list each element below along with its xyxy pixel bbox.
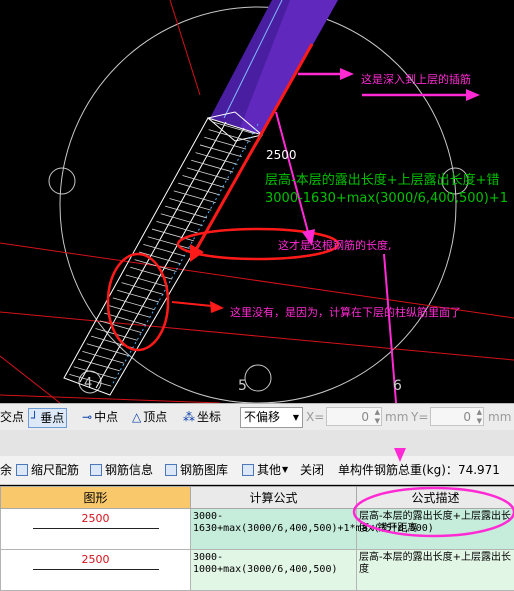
rebar-info-button[interactable]: 钢筋信息: [90, 461, 153, 479]
snap-intersection[interactable]: 交点: [0, 408, 24, 426]
stirrup-line: [82, 351, 124, 363]
dimension-length-label: 2500: [266, 148, 297, 162]
stirrup-line: [109, 306, 151, 318]
stirrup-line: [126, 275, 168, 287]
rebar-table: 图形 计算公式 公式描述 2500 3000-1630+max(3000/6,4…: [0, 486, 514, 591]
description-cell[interactable]: 层高-本层的露出长度+上层露出长度+错开距离: [357, 509, 514, 550]
stirrup-line: [122, 283, 164, 295]
other-icon: [242, 464, 254, 476]
midpoint-icon: ⊸: [82, 408, 92, 426]
column-header-formula[interactable]: 计算公式: [191, 487, 357, 509]
grid-node-circle: [245, 365, 271, 391]
stirrup-line: [169, 198, 211, 210]
description-cell[interactable]: 层高-本层的露出长度+上层露出长度: [357, 550, 514, 591]
column-header-shape[interactable]: 图形: [1, 487, 191, 509]
shape-cell[interactable]: 2500: [1, 550, 191, 591]
shape-length: 2500: [3, 513, 188, 525]
offset-select[interactable]: 不偏移 ▼: [240, 407, 303, 428]
scale-rebar-icon: [16, 464, 28, 476]
stirrup-line: [100, 321, 142, 333]
stirrup-line: [113, 298, 155, 310]
rebar-toolbar: 余 缩尺配筋 钢筋信息 钢筋图库 其他 ▼ 关闭 单构件钢筋总重(kg)：74.…: [0, 456, 514, 485]
stirrup-line: [78, 359, 120, 371]
stirrup-line: [161, 214, 203, 226]
stirrup-line: [187, 168, 229, 180]
annotation-upper-dowel: 这是深入到上层的插筋: [361, 71, 471, 87]
stirrup-line: [130, 267, 172, 279]
scale-rebar-button[interactable]: 缩尺配筋: [16, 461, 79, 479]
axis-line: [0, 395, 220, 403]
stirrup-line: [152, 229, 194, 241]
annotation-lower-column: 这里没有，是因为，计算在下层的柱纵筋里面了: [230, 304, 461, 320]
formula-cell[interactable]: 3000-1630+max(3000/6,400,500)+1*max(35*d…: [191, 509, 357, 550]
axis-line: [170, 0, 200, 95]
panel-separator: [0, 430, 514, 456]
axis-label-4: 4: [84, 376, 92, 391]
rebar-info-icon: [90, 464, 102, 476]
spinner-icon[interactable]: ▲▼: [477, 408, 482, 426]
snap-perpendicular[interactable]: ┘ 垂点: [28, 408, 67, 428]
stirrup-line: [178, 183, 220, 195]
snap-coordinate[interactable]: ⁂ 坐标: [183, 408, 221, 426]
coordinate-icon: ⁂: [183, 408, 195, 426]
rebar-library-button[interactable]: 钢筋图库: [165, 461, 228, 479]
remainder-button[interactable]: 余: [0, 461, 12, 479]
total-weight: 单构件钢筋总重(kg)：74.971: [338, 461, 500, 479]
y-unit: mm: [488, 408, 511, 426]
stirrup-line: [156, 221, 198, 233]
annotation-rebar-length: 这才是这根钢筋的长度,: [278, 237, 392, 253]
stirrup-line: [196, 153, 238, 165]
axis-label-6: 6: [393, 378, 402, 394]
stirrup-line: [204, 137, 246, 149]
column-header-description[interactable]: 公式描述: [357, 487, 514, 509]
table-row[interactable]: 2500 3000-1630+max(3000/6,400,500)+1*max…: [1, 509, 514, 550]
stirrup-line: [117, 290, 159, 302]
x-unit: mm: [385, 408, 408, 426]
x-coordinate-input[interactable]: 0 ▲▼: [326, 407, 382, 426]
stirrup-line: [191, 160, 233, 172]
close-button[interactable]: 关闭: [300, 461, 324, 479]
stirrup-pattern: [69, 122, 254, 386]
formula-cell[interactable]: 3000-1000+max(3000/6,400,500): [191, 550, 357, 591]
stirrup-line: [174, 191, 216, 203]
snap-toolbar: 交点 ┘ 垂点 ⊸ 中点 △ 顶点 ⁂ 坐标 不偏移 ▼ X= 0 ▲▼ mm …: [0, 403, 514, 431]
table-row[interactable]: 2500 3000-1000+max(3000/6,400,500) 层高-本层…: [1, 550, 514, 591]
chevron-down-icon: ▼: [282, 461, 288, 479]
rebar-shape-line: [33, 528, 159, 529]
rebar-shape-line: [33, 569, 159, 570]
formula-overlay-value: 3000-1630+max(3000/6,400,500)+1: [265, 191, 508, 206]
formula-overlay-text: 层高-本层的露出长度+上层露出长度+错: [265, 169, 499, 188]
spinner-icon[interactable]: ▲▼: [375, 408, 380, 426]
snap-midpoint[interactable]: ⊸ 中点: [82, 408, 118, 426]
vertex-icon: △: [132, 408, 141, 426]
stirrup-line: [200, 145, 242, 157]
x-label: X=: [306, 408, 324, 426]
y-label: Y=: [411, 408, 428, 426]
shape-length: 2500: [3, 554, 188, 566]
grid-node-circle: [49, 168, 75, 194]
y-coordinate-input[interactable]: 0 ▲▼: [430, 407, 484, 426]
shape-cell[interactable]: 2500: [1, 509, 191, 550]
axis-label-5: 5: [238, 378, 247, 394]
perpendicular-icon: ┘: [31, 409, 38, 427]
snap-vertex[interactable]: △ 顶点: [132, 408, 167, 426]
rebar-library-icon: [165, 464, 177, 476]
stirrup-line: [183, 176, 225, 188]
stirrup-line: [139, 252, 181, 264]
chevron-down-icon: ▼: [293, 408, 299, 427]
other-menu-button[interactable]: 其他 ▼: [242, 461, 288, 479]
stirrup-line: [165, 206, 207, 218]
drawing-viewport[interactable]: 2500 层高-本层的露出长度+上层露出长度+错 3000-1630+max(3…: [0, 0, 514, 403]
stirrup-line: [209, 130, 251, 142]
